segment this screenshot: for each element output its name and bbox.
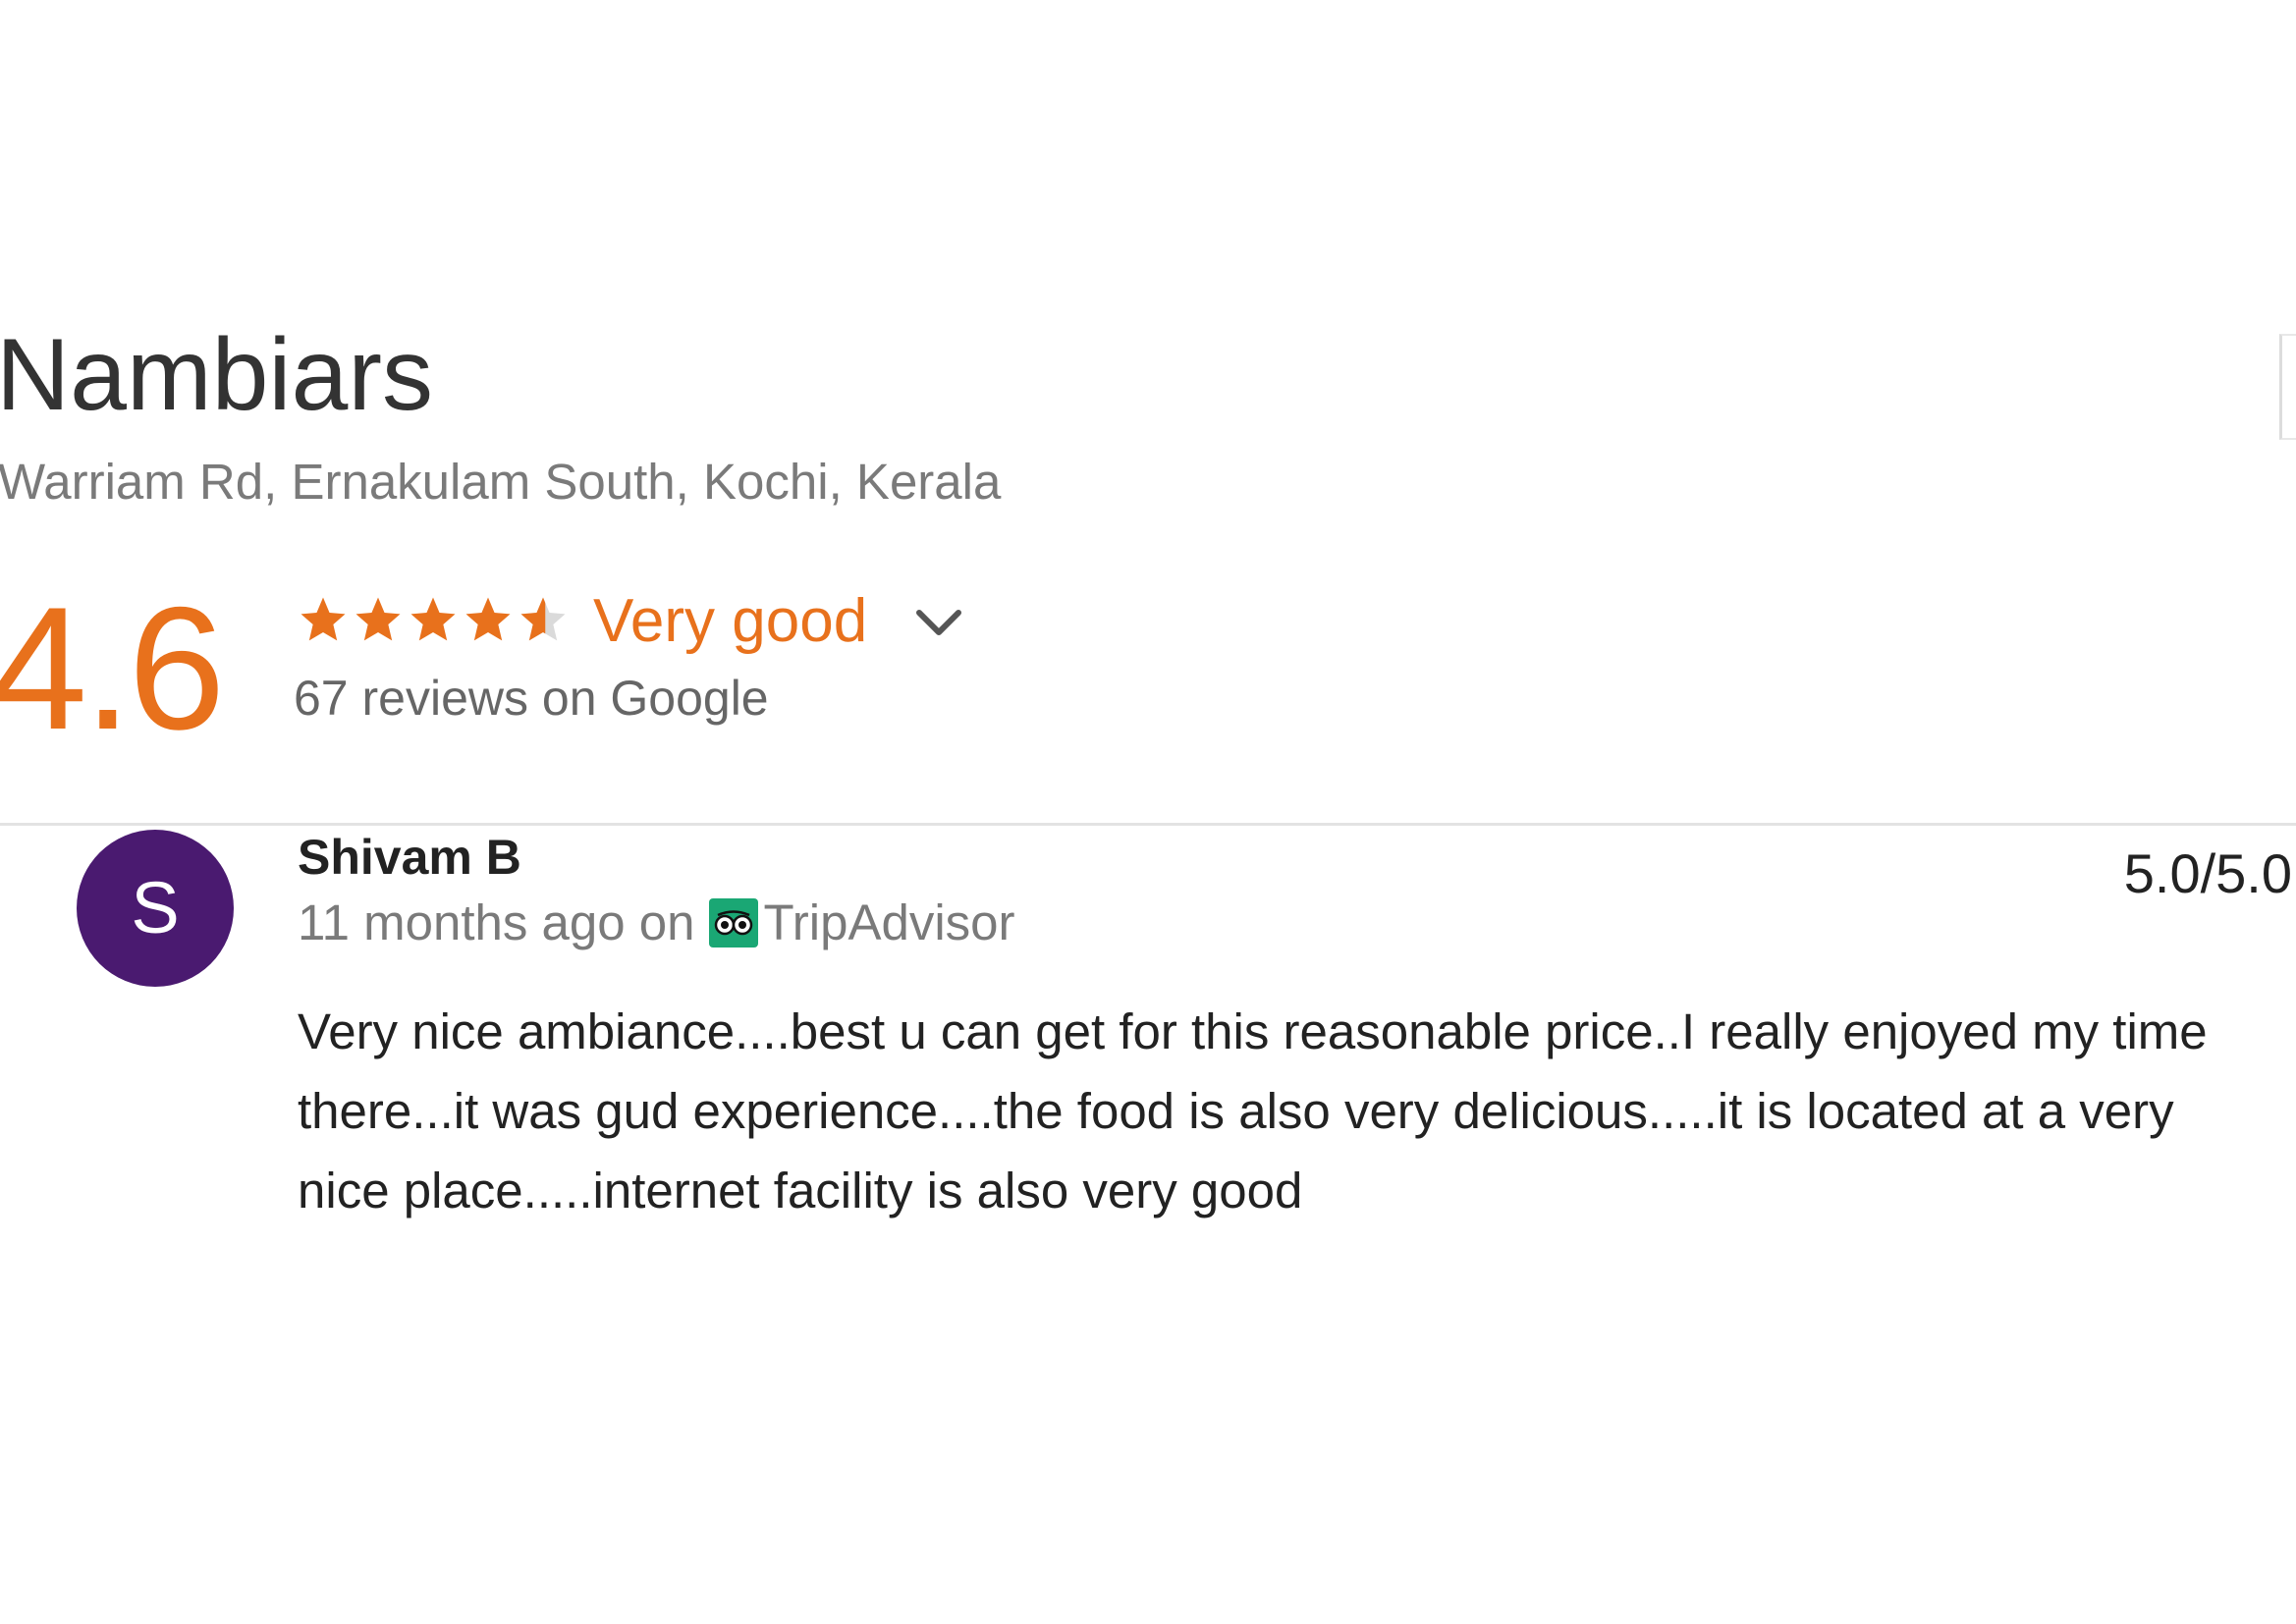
star-icon [355, 597, 401, 641]
star-icon [410, 597, 456, 641]
star-half-icon [520, 597, 566, 641]
review-score: 5.0/5.0 [2123, 842, 2292, 904]
chevron-down-icon[interactable] [911, 601, 966, 644]
star-rating [297, 593, 572, 648]
divider [0, 823, 2296, 826]
review-count[interactable]: 67 reviews on Google [294, 674, 769, 723]
review-meta: 11 months ago on TripAdvisor [298, 897, 1015, 947]
rating-label: Very good [593, 587, 868, 655]
reviewer-name[interactable]: Shivam B [298, 833, 521, 882]
star-icon [465, 597, 511, 641]
place-title: Nambiars [0, 318, 433, 432]
review-source[interactable]: TripAdvisor [764, 897, 1015, 947]
review-time: 11 months ago on [298, 894, 695, 950]
panel-edge [2279, 334, 2296, 440]
review-text: Very nice ambiance....best u can get for… [298, 1003, 2208, 1218]
avatar: S [77, 830, 234, 987]
rating-score: 4.6 [0, 570, 225, 766]
tripadvisor-icon [708, 897, 758, 947]
place-address: Warriam Rd, Ernakulam South, Kochi, Kera… [0, 454, 1002, 510]
star-icon [301, 597, 346, 641]
